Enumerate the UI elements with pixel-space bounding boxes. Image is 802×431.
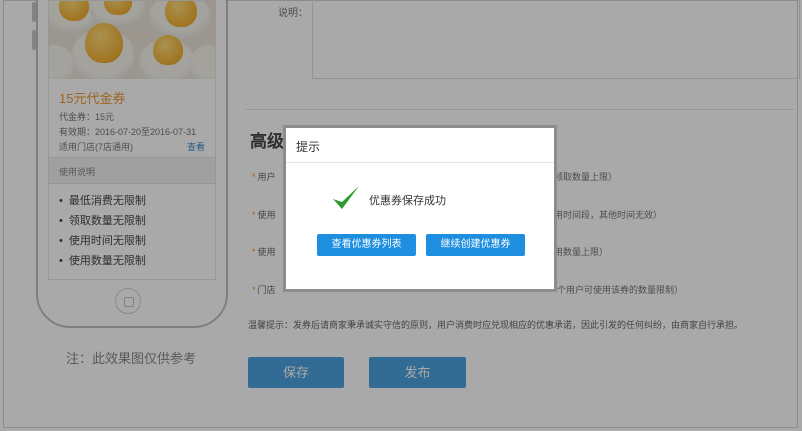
- success-dialog: 提示 优惠券保存成功 查看优惠券列表 继续创建优惠券: [283, 125, 557, 292]
- dialog-message: 优惠券保存成功: [369, 195, 446, 207]
- dialog-title: 提示: [296, 140, 321, 154]
- dialog-divider: [286, 162, 554, 163]
- check-icon: [333, 186, 359, 209]
- create-coupon-button[interactable]: 继续创建优惠券: [426, 234, 525, 256]
- view-coupon-list-button[interactable]: 查看优惠券列表: [317, 234, 416, 256]
